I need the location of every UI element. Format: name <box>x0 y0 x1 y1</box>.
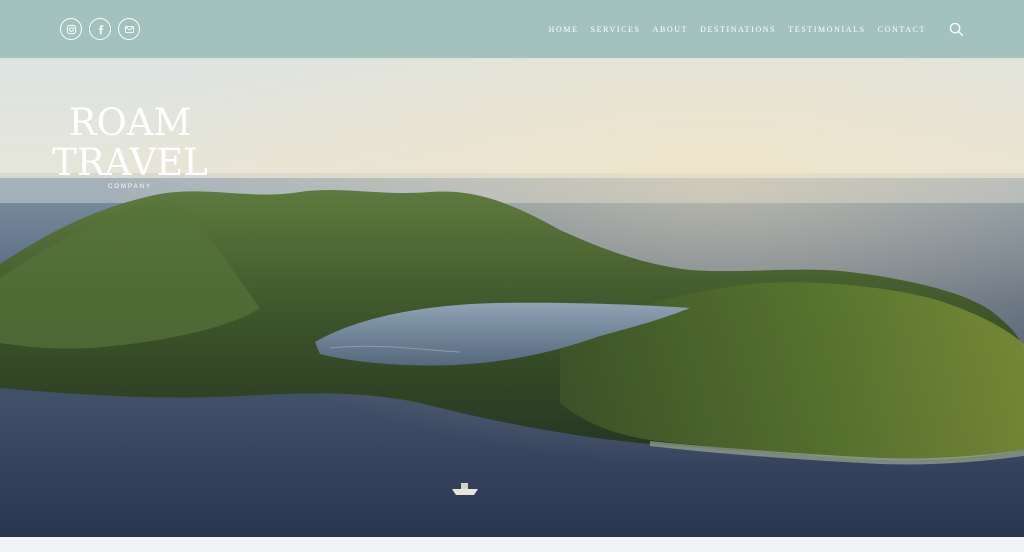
nav-services[interactable]: SERVICES <box>591 25 641 34</box>
main-nav: HOME SERVICES ABOUT DESTINATIONS TESTIMO… <box>537 21 964 37</box>
roam-travel-logo[interactable]: ROAM TRAVEL COMPANY <box>52 101 208 191</box>
logo-line-roam: ROAM <box>68 101 192 144</box>
facebook-link[interactable] <box>89 18 111 40</box>
logo-sub-company: COMPANY <box>108 184 152 190</box>
email-link[interactable] <box>118 18 140 40</box>
search-icon <box>949 22 963 36</box>
logo-line-travel: TRAVEL <box>52 141 208 184</box>
social-links <box>60 18 140 40</box>
nav-home[interactable]: HOME <box>549 25 579 34</box>
page-bottom-strip <box>0 537 1024 552</box>
nav-contact[interactable]: CONTACT <box>878 25 926 34</box>
instagram-icon <box>66 24 76 34</box>
nav-testimonials[interactable]: TESTIMONIALS <box>788 25 865 34</box>
facebook-icon <box>98 24 103 34</box>
email-icon <box>124 25 134 33</box>
nav-destinations[interactable]: DESTINATIONS <box>700 25 776 34</box>
hero-video: ROAM TRAVEL COMPANY <box>0 58 1024 537</box>
instagram-link[interactable] <box>60 18 82 40</box>
search-button[interactable] <box>948 21 964 37</box>
nav-about[interactable]: ABOUT <box>653 25 689 34</box>
site-header: HOME SERVICES ABOUT DESTINATIONS TESTIMO… <box>0 0 1024 58</box>
